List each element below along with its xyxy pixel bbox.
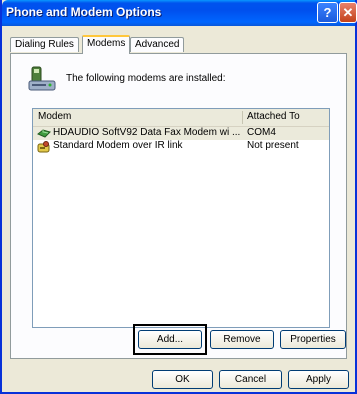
remove-button[interactable]: Remove bbox=[210, 330, 274, 349]
window-title: Phone and Modem Options bbox=[6, 5, 162, 19]
highlight-box bbox=[133, 324, 207, 355]
phone-modem-options-dialog: Phone and Modem Options ? ✕ Dialing Rule… bbox=[0, 0, 357, 394]
modem-device-icon bbox=[37, 129, 51, 138]
column-header-modem[interactable]: Modem bbox=[38, 111, 71, 122]
list-item[interactable]: Standard Modem over IR link Not present bbox=[33, 140, 329, 153]
phone-modem-icon bbox=[28, 66, 56, 91]
attached-to: Not present bbox=[247, 140, 299, 151]
apply-button[interactable]: Apply bbox=[288, 370, 349, 389]
help-button[interactable]: ? bbox=[317, 2, 338, 23]
attached-to: COM4 bbox=[247, 127, 276, 138]
title-bar[interactable]: Phone and Modem Options ? ✕ bbox=[2, 0, 357, 26]
list-header: Modem Attached To bbox=[33, 109, 329, 127]
tab-dialing-rules[interactable]: Dialing Rules bbox=[10, 37, 79, 52]
ir-modem-icon bbox=[37, 141, 50, 153]
cancel-button[interactable]: Cancel bbox=[219, 370, 282, 389]
column-header-attached-to[interactable]: Attached To bbox=[247, 111, 300, 122]
list-item[interactable]: HDAUDIO SoftV92 Data Fax Modem wi ... CO… bbox=[33, 127, 329, 140]
properties-button[interactable]: Properties bbox=[280, 330, 346, 349]
column-separator[interactable] bbox=[242, 111, 243, 124]
close-button[interactable]: ✕ bbox=[339, 2, 357, 23]
ok-button[interactable]: OK bbox=[152, 370, 213, 389]
modem-name: HDAUDIO SoftV92 Data Fax Modem wi ... bbox=[53, 127, 241, 138]
intro-text: The following modems are installed: bbox=[66, 73, 226, 84]
tab-advanced[interactable]: Advanced bbox=[130, 37, 185, 52]
modem-name: Standard Modem over IR link bbox=[53, 140, 183, 151]
modems-list[interactable]: Modem Attached To HDAUDIO SoftV92 Data F… bbox=[32, 108, 330, 328]
tab-modems[interactable]: Modems bbox=[82, 35, 131, 54]
